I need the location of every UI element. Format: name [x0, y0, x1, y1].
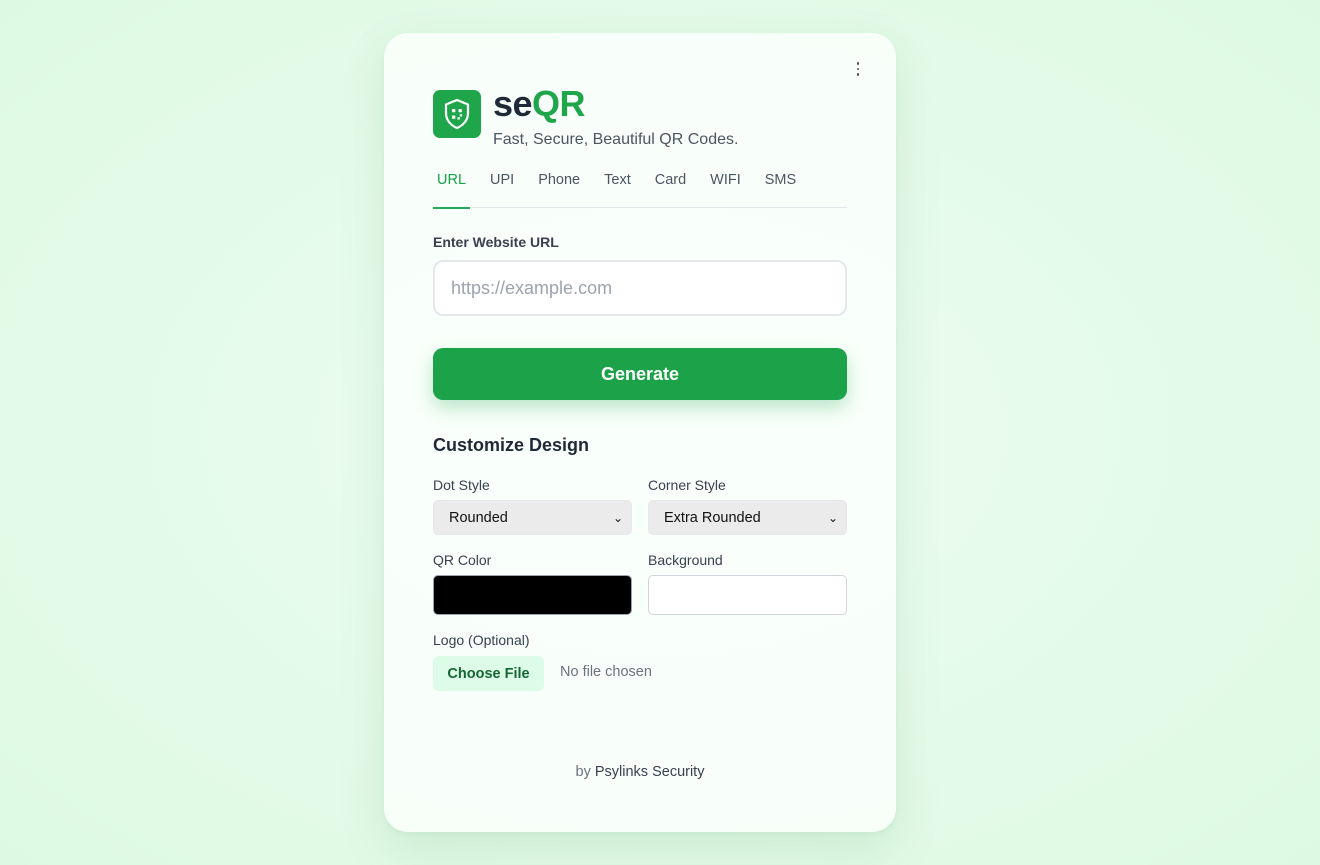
vertical-dots-icon[interactable]	[848, 57, 868, 81]
shield-qr-icon	[433, 90, 481, 138]
app-tagline: Fast, Secure, Beautiful QR Codes.	[493, 131, 739, 148]
type-tabs: URL UPI Phone Text Card WIFI SMS	[433, 169, 847, 209]
chevron-down-icon: ⌄	[827, 510, 838, 525]
footer-by: by	[575, 764, 591, 780]
dot-style-label: Dot Style	[433, 477, 490, 493]
generator-card: seQR Fast, Secure, Beautiful QR Codes. U…	[384, 33, 896, 832]
tab-phone[interactable]: Phone	[534, 169, 584, 208]
generate-button[interactable]: Generate	[433, 348, 847, 400]
dot-style-select[interactable]: Rounded ⌄	[433, 500, 632, 535]
url-input[interactable]	[433, 260, 847, 316]
app-title-suffix: QR	[532, 83, 586, 124]
tab-card[interactable]: Card	[651, 169, 690, 208]
app-title-prefix: se	[493, 83, 533, 124]
brand-header: seQR Fast, Secure, Beautiful QR Codes.	[433, 85, 738, 149]
tab-sms[interactable]: SMS	[761, 169, 800, 208]
background-label: Background	[648, 552, 723, 568]
app-title: seQR	[493, 86, 738, 122]
background-color-picker[interactable]	[648, 575, 847, 615]
footer-credit: by Psylinks Security	[384, 764, 896, 780]
tab-wifi[interactable]: WIFI	[706, 169, 745, 208]
tab-url[interactable]: URL	[433, 169, 471, 209]
chevron-down-icon: ⌄	[612, 510, 623, 525]
corner-style-value: Extra Rounded	[664, 509, 761, 526]
qr-color-label: QR Color	[433, 552, 492, 568]
corner-style-label: Corner Style	[648, 477, 726, 493]
url-label: Enter Website URL	[433, 234, 559, 250]
file-status: No file chosen	[560, 664, 652, 680]
dot-style-value: Rounded	[449, 509, 508, 526]
tab-text[interactable]: Text	[600, 169, 635, 208]
tab-upi[interactable]: UPI	[486, 169, 518, 208]
corner-style-select[interactable]: Extra Rounded ⌄	[648, 500, 847, 535]
choose-file-button[interactable]: Choose File	[433, 656, 544, 691]
footer-company[interactable]: Psylinks Security	[595, 764, 705, 780]
customize-title: Customize Design	[433, 435, 590, 455]
qr-color-picker[interactable]	[433, 575, 632, 615]
logo-label: Logo (Optional)	[433, 632, 530, 648]
